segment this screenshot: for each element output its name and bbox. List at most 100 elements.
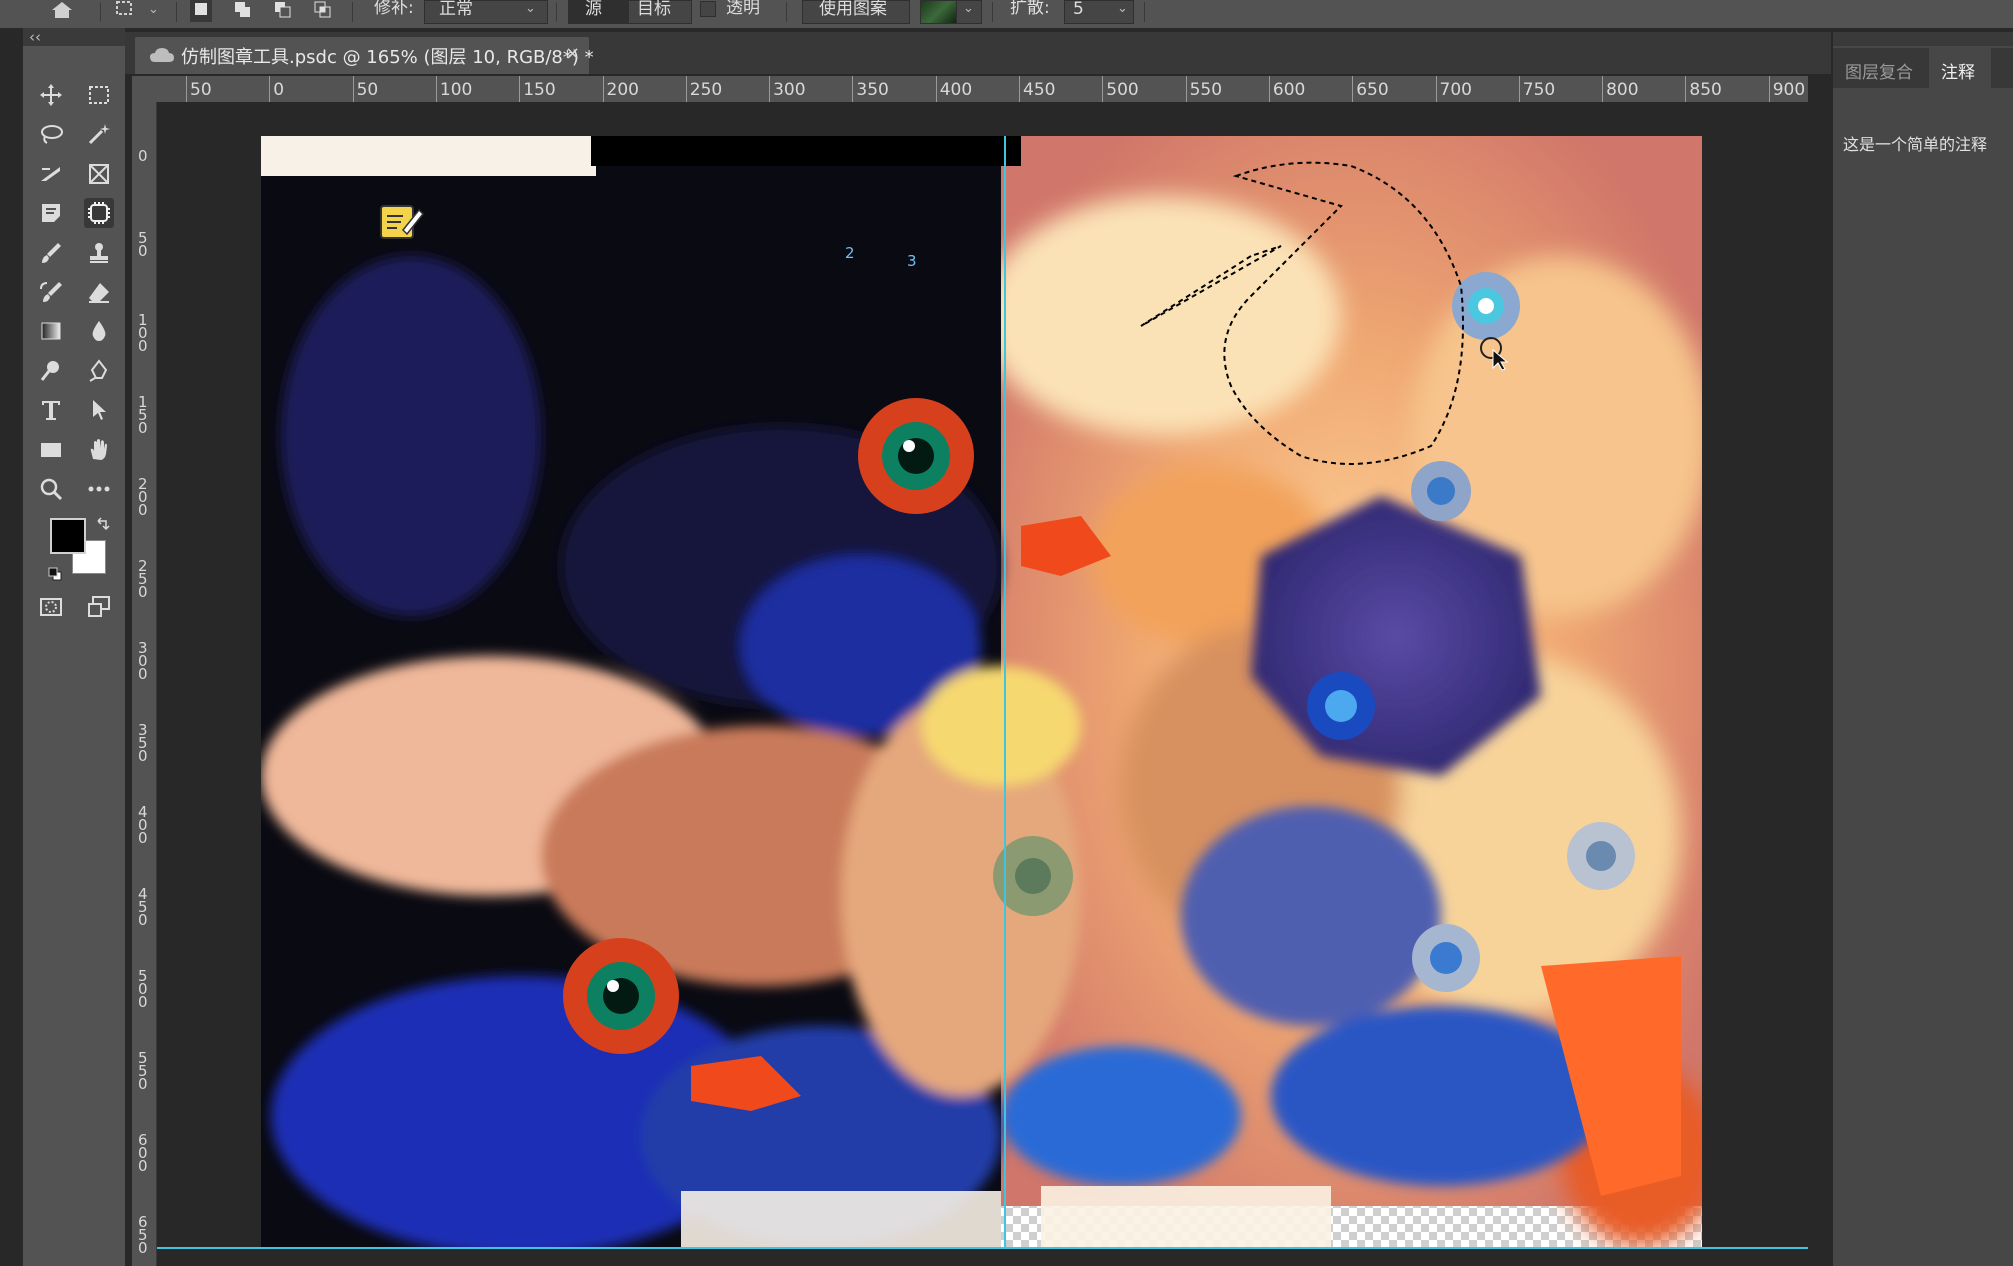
- patch-icon: [88, 202, 110, 224]
- ruler-label-v: 6 0 0: [138, 1131, 148, 1175]
- rectangle-tool[interactable]: [36, 435, 66, 465]
- target-button-label: 目标: [637, 0, 671, 19]
- type-tool[interactable]: [36, 395, 66, 425]
- ruler-tick: [519, 76, 521, 102]
- screen-mode-button[interactable]: [84, 592, 114, 622]
- default-colors-icon[interactable]: [48, 566, 62, 581]
- patch-mode-select[interactable]: 正常 ⌄: [424, 0, 548, 24]
- zoom-icon: [40, 478, 63, 501]
- ruler-tick: [1019, 76, 1020, 102]
- ruler-label-h: 650: [1356, 80, 1389, 100]
- ruler-label-h: 100: [439, 80, 473, 100]
- add-selection-icon[interactable]: [232, 0, 254, 22]
- swap-colors-icon[interactable]: [96, 516, 110, 531]
- collapse-toolbar-button[interactable]: ‹‹: [29, 28, 41, 46]
- diffusion-value: 5: [1073, 0, 1084, 19]
- pattern-swatch[interactable]: [920, 0, 958, 24]
- ruler-tick: [1518, 76, 1520, 102]
- ruler-label-h: 550: [1189, 80, 1223, 100]
- slice-icon: [41, 167, 60, 181]
- ruler-tick: [602, 76, 604, 102]
- chevron-down-icon: ⌄: [1117, 1, 1128, 16]
- ruler-label-v: 2 5 0: [138, 557, 148, 601]
- ruler-tick: [769, 76, 771, 102]
- zoom-tool[interactable]: [36, 474, 66, 504]
- arrow-pointer-icon: [93, 400, 106, 420]
- canvas-marker-2: 2: [845, 244, 855, 262]
- ruler-label-h: 250: [689, 80, 723, 100]
- chevron-down-icon[interactable]: ⌄: [148, 2, 159, 17]
- ruler-label-h: 900: [1772, 80, 1806, 100]
- eye-right-top: [1452, 272, 1520, 340]
- clone-stamp-tool[interactable]: [84, 238, 114, 268]
- pattern-picker-toggle[interactable]: ⌄: [956, 0, 982, 24]
- pen-icon: [89, 359, 108, 382]
- path-selection-tool[interactable]: [84, 395, 114, 425]
- ruler-origin[interactable]: [132, 76, 156, 102]
- crop-tool[interactable]: [36, 159, 66, 189]
- ruler-label-v: 3 0 0: [138, 639, 148, 683]
- ruler-label-v: 0: [138, 147, 148, 165]
- tab-layer-comps[interactable]: 图层复合: [1833, 48, 1929, 88]
- bottom-light-patch-2: [1041, 1186, 1331, 1249]
- pen-tool[interactable]: [84, 356, 114, 386]
- foreground-color-swatch[interactable]: [50, 518, 86, 554]
- home-icon[interactable]: [48, 0, 76, 20]
- ruler-tick: [1685, 76, 1687, 102]
- ruler-tick: [935, 76, 937, 102]
- ruler-label-v: 5 5 0: [138, 1049, 148, 1093]
- ruler-label-v: 5 0 0: [138, 967, 148, 1011]
- document-title: 仿制图章工具.psdc @ 165% (图层 10, RGB/8*) *: [181, 47, 594, 68]
- right-panel: [1833, 32, 2013, 1266]
- history-brush-tool[interactable]: [36, 277, 66, 307]
- magic-wand-tool[interactable]: [84, 119, 114, 149]
- gradient-tool[interactable]: [36, 316, 66, 346]
- dodge-tool[interactable]: [36, 356, 66, 386]
- ruler-label-h: 0: [273, 80, 285, 100]
- patch-tool[interactable]: [84, 198, 114, 228]
- more-tools[interactable]: [84, 474, 114, 504]
- move-tool[interactable]: [36, 80, 66, 110]
- note-icon: [42, 204, 60, 222]
- source-button[interactable]: 源: [568, 0, 630, 24]
- diffusion-select[interactable]: 5 ⌄: [1064, 0, 1134, 24]
- eye-right-far: [1567, 822, 1635, 890]
- image-canvas[interactable]: 2 3: [261, 136, 1702, 1249]
- close-document-icon[interactable]: ×: [565, 43, 580, 64]
- horizontal-guide[interactable]: [157, 1247, 1808, 1249]
- blur-tool[interactable]: [84, 316, 114, 346]
- ruler-label-v: 1 5 0: [138, 393, 148, 437]
- subtract-selection-icon[interactable]: [272, 0, 294, 22]
- toolbar: [23, 46, 125, 1266]
- hand-icon: [90, 439, 107, 460]
- note-tool[interactable]: [36, 198, 66, 228]
- tab-notes[interactable]: 注释: [1929, 48, 1991, 88]
- source-button-label: 源: [585, 0, 602, 19]
- ruler-tick: [1435, 76, 1437, 102]
- target-button[interactable]: 目标: [628, 0, 692, 24]
- ruler-label-h: 50: [356, 80, 379, 100]
- ruler-tick: [352, 76, 354, 102]
- lasso-tool[interactable]: [36, 119, 66, 149]
- tab-layer-comps-label: 图层复合: [1845, 63, 1913, 83]
- patch-tool-preset-icon[interactable]: [112, 0, 138, 20]
- options-bar: ⌄ 修补: 正常 ⌄ 源 目标 透明 使用图案 ⌄ 扩散: 5 ⌄: [0, 0, 2013, 29]
- use-pattern-button[interactable]: 使用图案: [802, 0, 910, 24]
- ruler-label-v: 6 5 0: [138, 1213, 148, 1257]
- toolbar-header: ‹‹: [23, 28, 125, 46]
- quick-mask-button[interactable]: [36, 592, 66, 622]
- intersect-selection-icon[interactable]: [312, 0, 334, 22]
- ruler-label-h: 700: [1439, 80, 1472, 100]
- gradient-icon: [41, 322, 61, 340]
- brush-tool[interactable]: [36, 238, 66, 268]
- eraser-tool[interactable]: [84, 277, 114, 307]
- document-tab[interactable]: 仿制图章工具.psdc @ 165% (图层 10, RGB/8*) * ×: [135, 37, 594, 74]
- new-selection-icon[interactable]: [190, 0, 212, 22]
- note-text: 这是一个简单的注释: [1843, 135, 1988, 154]
- transparent-checkbox[interactable]: [700, 1, 716, 17]
- ruler-label-v: 3 5 0: [138, 721, 148, 765]
- vertical-ruler: 0 5 0 1 0 0 1 5 0 2 0 0 2 5 0 3 0 0 3 5 0 4 0 0 4…: [132, 102, 157, 1266]
- frame-tool[interactable]: [84, 159, 114, 189]
- marquee-tool[interactable]: [84, 80, 114, 110]
- hand-tool[interactable]: [84, 435, 114, 465]
